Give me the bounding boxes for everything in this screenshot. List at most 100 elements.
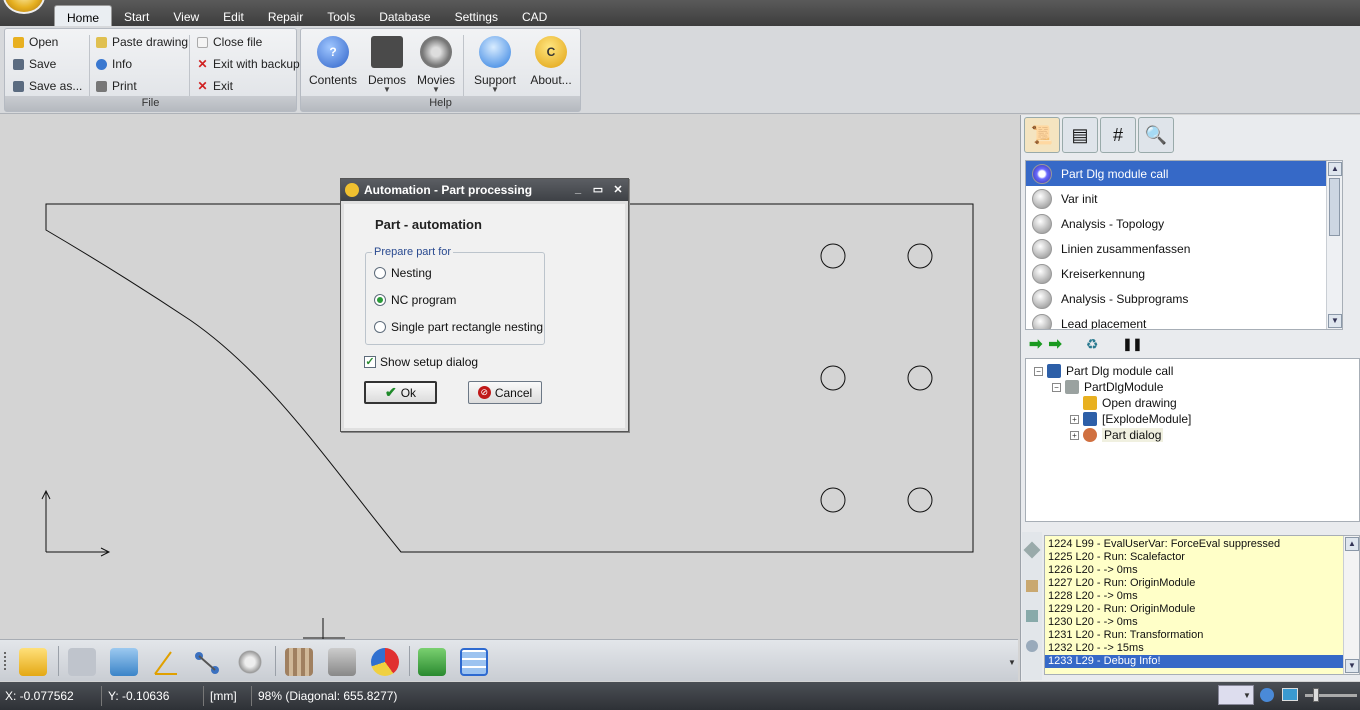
single-part-nesting-radio[interactable]: Single part rectangle nesting bbox=[374, 320, 543, 334]
radio-button[interactable] bbox=[374, 321, 386, 333]
tab-database[interactable]: Database bbox=[367, 5, 442, 26]
log-line[interactable]: 1230 L20 - -> 0ms bbox=[1045, 616, 1359, 629]
zoom-slider[interactable] bbox=[1305, 688, 1357, 702]
tree-node[interactable]: + [ExplodeModule] bbox=[1070, 411, 1191, 427]
slider-thumb[interactable] bbox=[1313, 688, 1319, 702]
log-line[interactable]: 1231 L20 - Run: Transformation bbox=[1045, 629, 1359, 642]
grid-tab-icon[interactable]: # bbox=[1100, 117, 1136, 153]
clear-icon[interactable]: ♻ bbox=[1086, 336, 1099, 353]
close-file-button[interactable]: Close file bbox=[197, 33, 262, 51]
scrollbar[interactable]: ▲ ▼ bbox=[1343, 536, 1359, 674]
tab-view[interactable]: View bbox=[161, 5, 211, 26]
log-line[interactable]: 1225 L20 - Run: Scalefactor bbox=[1045, 551, 1359, 564]
checkbox-checked-icon[interactable]: ✓ bbox=[364, 356, 376, 368]
exit-with-backup-button[interactable]: ✕ Exit with backup bbox=[197, 55, 299, 73]
tree-node[interactable]: − Part Dlg module call bbox=[1034, 363, 1173, 379]
close-icon[interactable]: ✕ bbox=[611, 183, 625, 196]
nesting-radio[interactable]: Nesting bbox=[374, 266, 432, 280]
paste-drawing-button[interactable]: Paste drawing bbox=[96, 33, 188, 51]
log-line[interactable]: 1232 L20 - -> 15ms bbox=[1045, 642, 1359, 655]
tab-edit[interactable]: Edit bbox=[211, 5, 256, 26]
folder-icon[interactable] bbox=[19, 648, 47, 676]
expand-icon[interactable]: + bbox=[1070, 414, 1079, 424]
show-setup-checkbox[interactable]: ✓ Show setup dialog bbox=[364, 355, 478, 369]
scroll-up-icon[interactable]: ▲ bbox=[1345, 537, 1359, 551]
log-line[interactable]: 1228 L20 - -> 0ms bbox=[1045, 590, 1359, 603]
tab-repair[interactable]: Repair bbox=[256, 5, 315, 26]
expand-icon[interactable]: + bbox=[1070, 430, 1079, 440]
log-line[interactable]: 1233 L29 - Debug Info! bbox=[1045, 655, 1359, 668]
tree-node[interactable]: + Part dialog bbox=[1070, 427, 1164, 443]
monitor-icon[interactable] bbox=[1282, 688, 1298, 701]
nodes-icon[interactable] bbox=[193, 648, 221, 676]
info-button[interactable]: Info bbox=[96, 55, 132, 73]
scroll-down-icon[interactable]: ▼ bbox=[1328, 314, 1342, 328]
machine-icon[interactable] bbox=[418, 648, 446, 676]
nesting-grid-icon[interactable] bbox=[460, 648, 488, 676]
list-item[interactable]: Analysis - Topology bbox=[1026, 211, 1342, 236]
application-menu-button[interactable] bbox=[3, 0, 45, 14]
collapse-icon[interactable]: − bbox=[1034, 366, 1043, 376]
cancel-button[interactable]: ⊘ Cancel bbox=[468, 381, 542, 404]
ruler-icon[interactable] bbox=[1026, 580, 1038, 592]
radio-button[interactable] bbox=[374, 267, 386, 279]
list-item[interactable]: Part Dlg module call bbox=[1026, 161, 1342, 186]
automation-steps-list[interactable]: Part Dlg module call Var init Analysis -… bbox=[1025, 160, 1343, 330]
gear-icon[interactable] bbox=[236, 648, 264, 676]
film-icon[interactable] bbox=[285, 648, 313, 676]
ok-button[interactable]: ✔ Ok bbox=[364, 381, 437, 404]
tab-tools[interactable]: Tools bbox=[315, 5, 367, 26]
nc-program-radio[interactable]: NC program bbox=[374, 293, 456, 307]
scroll-down-icon[interactable]: ▼ bbox=[1345, 659, 1359, 673]
3d-box-icon[interactable] bbox=[110, 648, 138, 676]
minimize-icon[interactable]: _ bbox=[571, 183, 585, 195]
log-line[interactable]: 1224 L99 - EvalUserVar: ForceEval suppre… bbox=[1045, 538, 1359, 551]
save-as-button[interactable]: Save as... bbox=[13, 77, 82, 95]
about-button[interactable]: C About... bbox=[525, 33, 577, 87]
calculator-icon[interactable] bbox=[1026, 610, 1038, 622]
tree-node[interactable]: Open drawing bbox=[1083, 395, 1177, 411]
angle-icon[interactable] bbox=[151, 648, 179, 676]
step-forward-icon[interactable]: ➡ bbox=[1048, 334, 1061, 354]
tab-start[interactable]: Start bbox=[112, 5, 161, 26]
radio-button-selected[interactable] bbox=[374, 294, 386, 306]
chat-icon[interactable] bbox=[1026, 640, 1038, 652]
toolbar-grip[interactable] bbox=[4, 652, 7, 670]
tree-node[interactable]: − PartDlgModule bbox=[1052, 379, 1163, 395]
log-output[interactable]: 1224 L99 - EvalUserVar: ForceEval suppre… bbox=[1044, 535, 1360, 675]
tree-tab-icon[interactable]: ▤ bbox=[1062, 117, 1098, 153]
wrench-icon[interactable] bbox=[68, 648, 96, 676]
tab-settings[interactable]: Settings bbox=[443, 5, 510, 26]
maximize-icon[interactable]: ▭ bbox=[591, 183, 605, 196]
collapse-icon[interactable]: − bbox=[1052, 382, 1061, 392]
tab-home[interactable]: Home bbox=[54, 5, 113, 26]
tab-cad[interactable]: CAD bbox=[510, 5, 559, 26]
run-all-icon[interactable]: ➡ bbox=[1029, 334, 1042, 354]
exit-button[interactable]: ✕ Exit bbox=[197, 77, 233, 95]
list-item[interactable]: Analysis - Subprograms bbox=[1026, 286, 1342, 311]
magnifier-tab-icon[interactable]: 🔍 bbox=[1138, 117, 1174, 153]
scroll-tab-icon[interactable]: 📜 bbox=[1024, 117, 1060, 153]
toolbar-overflow-icon[interactable]: ▼ bbox=[1008, 658, 1016, 667]
support-button[interactable]: Support ▼ bbox=[469, 33, 521, 94]
scroll-thumb[interactable] bbox=[1329, 178, 1340, 236]
dialog-title-bar[interactable]: Automation - Part processing _ ▭ ✕ bbox=[341, 179, 628, 201]
open-button[interactable]: Open bbox=[13, 33, 58, 51]
view-dropdown[interactable]: ▼ bbox=[1218, 685, 1254, 705]
scroll-up-icon[interactable]: ▲ bbox=[1328, 162, 1342, 176]
log-line[interactable]: 1227 L20 - Run: OriginModule bbox=[1045, 577, 1359, 590]
report-icon[interactable] bbox=[328, 648, 356, 676]
demos-button[interactable]: Demos ▼ bbox=[363, 33, 411, 94]
list-item[interactable]: Lead placement bbox=[1026, 311, 1342, 329]
contents-button[interactable]: ? Contents bbox=[309, 33, 357, 87]
eraser-icon[interactable] bbox=[1023, 541, 1041, 559]
print-button[interactable]: Print bbox=[96, 77, 137, 95]
module-tree[interactable]: − Part Dlg module call − PartDlgModule Ope… bbox=[1025, 358, 1360, 522]
log-line[interactable]: 1229 L20 - Run: OriginModule bbox=[1045, 603, 1359, 616]
log-line[interactable]: 1226 L20 - -> 0ms bbox=[1045, 564, 1359, 577]
movies-button[interactable]: Movies ▼ bbox=[413, 33, 459, 94]
pie-chart-icon[interactable] bbox=[371, 648, 399, 676]
list-item[interactable]: Var init bbox=[1026, 186, 1342, 211]
pause-icon[interactable]: ❚❚ bbox=[1122, 337, 1142, 351]
scrollbar[interactable]: ▲ ▼ bbox=[1326, 161, 1342, 329]
